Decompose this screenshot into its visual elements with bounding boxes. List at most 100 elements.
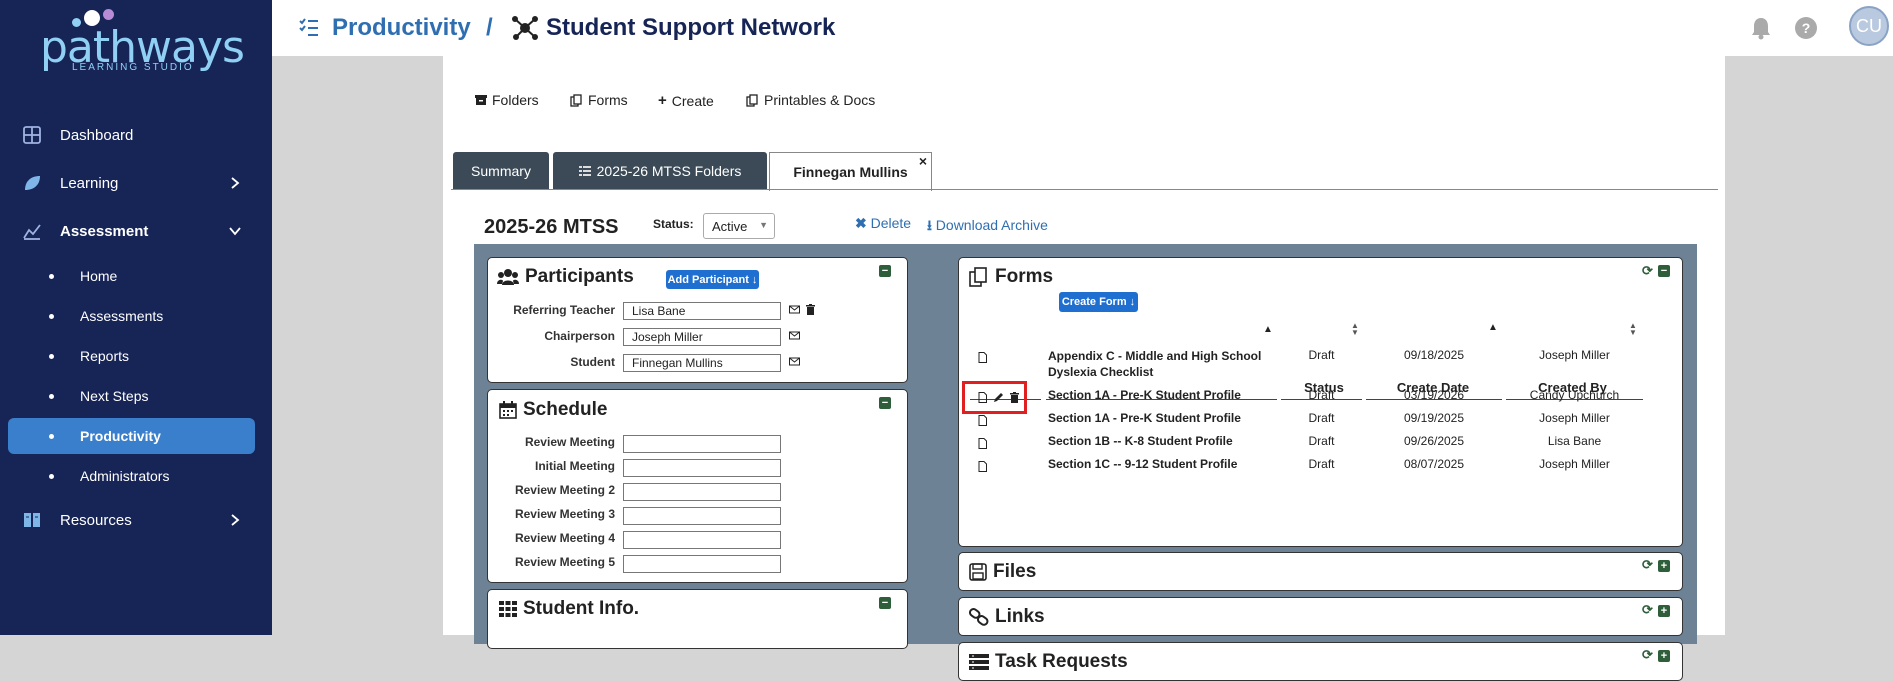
avatar[interactable]: CU [1849,6,1889,46]
folders-button[interactable]: Folders [475,92,539,108]
review-meeting-4-field[interactable] [623,531,781,549]
link-icon [969,608,989,626]
breadcrumb-productivity[interactable]: Productivity [332,14,471,42]
form-name[interactable]: Section 1A - Pre-K Student Profile [1048,411,1278,425]
sort-icon[interactable]: ▲ ▼ [1629,322,1637,337]
student-field[interactable]: Finnegan Mullins [623,354,781,372]
mail-icon[interactable] [789,356,800,367]
nav-resources[interactable]: Resources [0,502,272,538]
mail-icon[interactable] [789,304,800,315]
form-status: Draft [1308,411,1335,425]
sub-item-home[interactable]: Home [0,258,272,294]
form-status: Draft [1308,457,1335,471]
expand-icon[interactable]: + [1658,650,1670,662]
bullet [49,353,54,359]
file-icon[interactable] [977,438,988,449]
sort-icon[interactable]: ▲ ▼ [1351,322,1359,337]
sort-asc-icon[interactable]: ▲ [1488,322,1498,333]
chairperson-field[interactable]: Joseph Miller [623,328,781,346]
chevron-right-icon [231,514,240,526]
collapse-icon[interactable]: − [879,397,891,409]
nav-dashboard[interactable]: Dashboard [0,117,272,153]
top-bar: Productivity / Student Support Network ?… [272,0,1893,56]
collapse-icon[interactable]: − [879,265,891,277]
bullet [49,473,54,479]
file-icon[interactable] [977,461,988,472]
download-archive-button[interactable]: ⭳ Download Archive [927,215,1048,239]
tab-finnegan-mullins[interactable]: Finnegan Mullins × [769,152,932,191]
printables-button[interactable]: Printables & Docs [746,92,875,108]
pathways-logo[interactable]: pathways LEARNING STUDIO [0,0,272,90]
printables-label: Printables & Docs [764,92,876,108]
file-icon[interactable] [977,352,988,363]
form-date: 03/19/2026 [1403,388,1465,402]
files-header: Files [969,561,1036,583]
schedule-label: Review Meeting 3 [514,507,615,521]
form-name[interactable]: Section 1B -- K-8 Student Profile [1048,434,1278,448]
status-label: Status: [653,217,694,231]
forms-button[interactable]: Forms [570,92,628,108]
main-content: Folders Forms + Create Printables & Docs… [443,56,1725,681]
nav-label: Learning [60,174,119,192]
refresh-icon[interactable]: ⟳ [1642,558,1654,571]
collapse-icon[interactable]: − [1658,265,1670,277]
expand-icon[interactable]: + [1658,560,1670,572]
referring-teacher-field[interactable]: Lisa Bane [623,302,781,320]
sub-item-reports[interactable]: Reports [0,338,272,374]
nav-learning[interactable]: Learning [0,165,272,201]
task-requests-header: Task Requests [969,651,1128,673]
sub-item-productivity[interactable]: Productivity [8,418,255,454]
form-name[interactable]: Section 1A - Pre-K Student Profile [1048,388,1278,402]
form-created-by: Joseph Miller [1539,411,1610,425]
create-form-button[interactable]: Create Form ↓ [1059,292,1138,312]
participant-label: Referring Teacher [513,303,615,317]
initial-meeting-field[interactable] [623,459,781,477]
refresh-icon[interactable]: ⟳ [1642,603,1654,616]
network-icon [512,16,538,40]
chevron-down-icon [229,227,241,236]
book-icon [24,513,40,527]
dropdown-arrow-icon: ▼ [759,220,768,230]
sub-item-administrators[interactable]: Administrators [0,458,272,494]
links-panel: Links ⟳ + [958,597,1683,636]
review-meeting-2-field[interactable] [623,483,781,501]
folder-title: 2025-26 MTSS [484,216,619,238]
trash-icon[interactable] [805,304,816,315]
leaf-icon [25,176,40,190]
sub-item-next-steps[interactable]: Next Steps [0,378,272,414]
sort-asc-icon[interactable]: ▲ [1263,324,1273,335]
refresh-icon[interactable]: ⟳ [1642,648,1654,661]
forms-header: Forms [969,266,1053,288]
create-label: Create [671,92,714,109]
form-name[interactable]: Appendix C - Middle and High School Dysl… [1048,348,1278,380]
tab-close-icon[interactable]: × [919,153,927,169]
create-button[interactable]: + Create [658,92,714,109]
tab-summary[interactable]: Summary [453,152,549,190]
add-participant-button[interactable]: Add Participant ↓ [666,270,759,289]
tab-mtss-folders[interactable]: 2025-26 MTSS Folders [553,152,767,190]
review-meeting-3-field[interactable] [623,507,781,525]
mail-icon[interactable] [789,330,800,341]
form-created-by: Candy Upchurch [1529,388,1620,402]
refresh-icon[interactable]: ⟳ [1642,264,1654,277]
links-header: Links [969,606,1045,628]
logo-dot [103,9,114,20]
review-meeting-5-field[interactable] [623,555,781,573]
review-meeting-field[interactable] [623,435,781,453]
plus-icon: + [658,92,667,109]
sub-item-assessments[interactable]: Assessments [0,298,272,334]
tab-divider [451,189,1718,190]
schedule-title: Schedule [523,399,608,420]
collapse-icon[interactable]: − [879,597,891,609]
bell-icon[interactable] [1750,16,1772,40]
form-date: 09/18/2025 [1403,348,1465,362]
file-icon[interactable] [977,415,988,426]
help-icon[interactable]: ? [1794,16,1818,40]
tab-label: 2025-26 MTSS Folders [596,163,742,179]
expand-icon[interactable]: + [1658,605,1670,617]
form-name[interactable]: Section 1C -- 9-12 Student Profile [1048,457,1278,471]
nav-assessment[interactable]: Assessment [0,213,272,249]
status-select[interactable]: Active ▼ [703,213,775,239]
schedule-label: Review Meeting 4 [514,531,615,545]
delete-button[interactable]: ✖ Delete [855,215,911,232]
